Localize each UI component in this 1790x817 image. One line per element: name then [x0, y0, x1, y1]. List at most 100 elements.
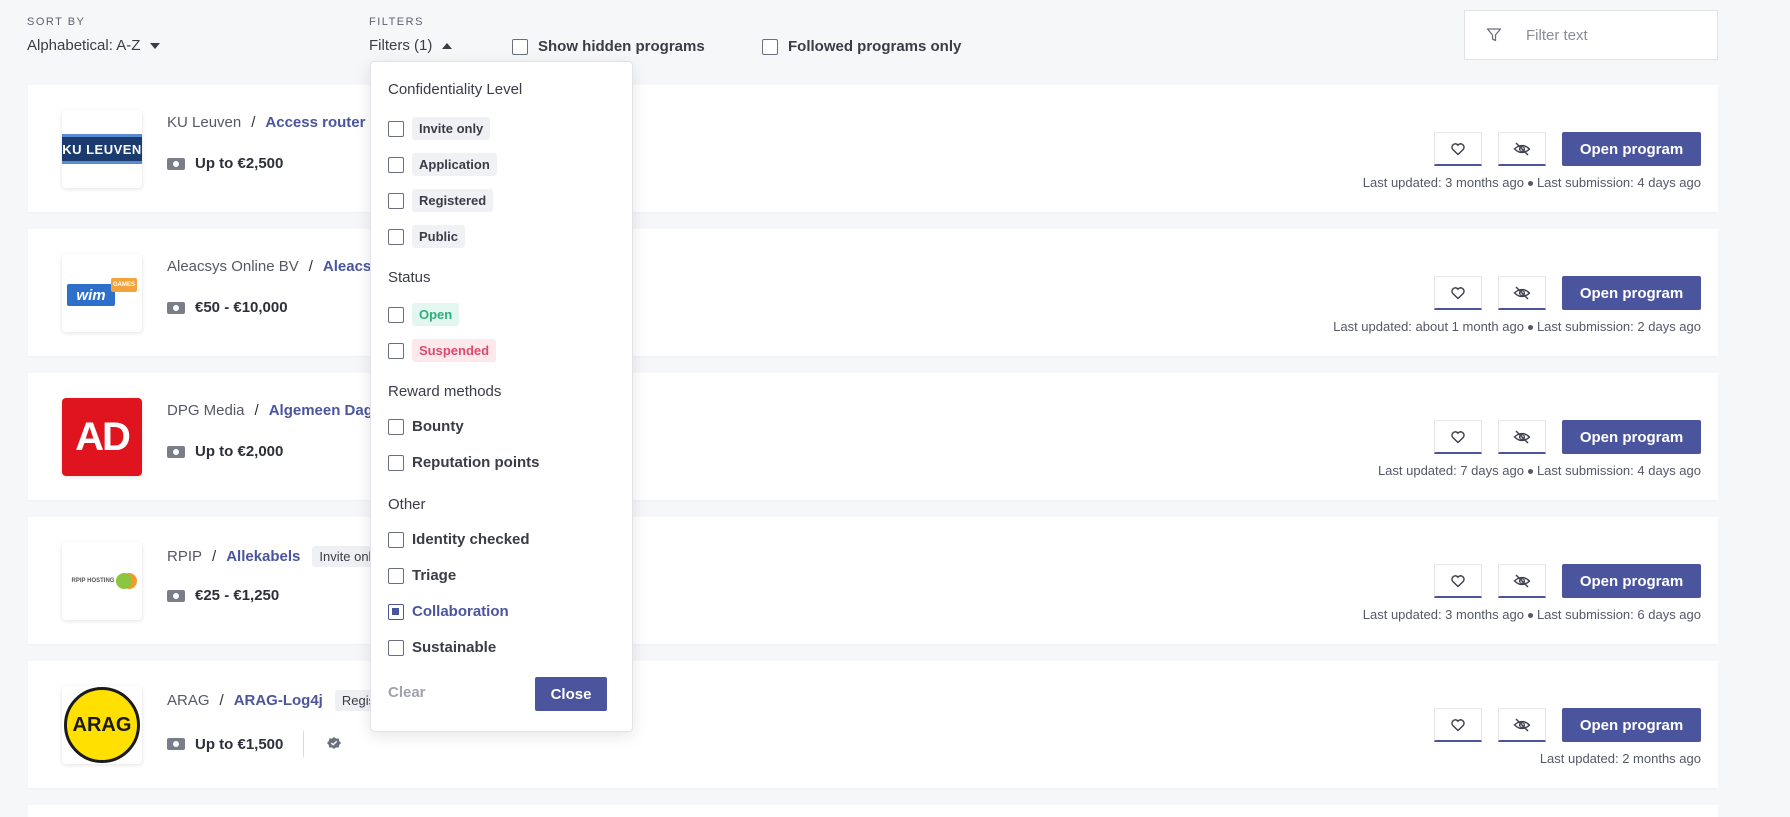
verified-badge-icon — [327, 737, 342, 749]
program-name-link[interactable]: Allekabels — [226, 548, 300, 565]
sort-label: SORT BY — [27, 16, 86, 28]
open-program-button[interactable]: Open program — [1562, 276, 1701, 310]
heart-icon — [1451, 718, 1465, 731]
program-title: ARAG / ARAG-Log4j Registe — [167, 690, 393, 711]
filter-option-bounty[interactable]: Bounty — [388, 418, 464, 435]
checkbox[interactable] — [388, 639, 404, 656]
checkbox[interactable] — [388, 156, 404, 173]
checkbox[interactable] — [388, 567, 404, 584]
heart-icon — [1451, 142, 1465, 155]
checkbox-checked[interactable] — [388, 603, 404, 620]
checkbox[interactable] — [388, 228, 404, 245]
hide-button[interactable] — [1498, 276, 1546, 310]
checkbox[interactable] — [388, 192, 404, 209]
sort-select[interactable]: Alphabetical: A-Z — [27, 37, 161, 54]
filter-text-field[interactable] — [1464, 10, 1718, 60]
follow-button[interactable] — [1434, 276, 1482, 310]
filters-label: FILTERS — [369, 16, 424, 28]
hide-button[interactable] — [1498, 420, 1546, 454]
show-hidden-label: Show hidden programs — [538, 38, 705, 55]
show-hidden-checkbox[interactable] — [512, 38, 528, 55]
filter-option-suspended[interactable]: Suspended — [388, 339, 497, 362]
hide-button[interactable] — [1498, 132, 1546, 166]
program-name-link[interactable]: Algemeen Dag — [269, 402, 373, 419]
clear-filters-button[interactable]: Clear — [388, 684, 426, 701]
filter-option-reputation-points[interactable]: Reputation points — [388, 454, 540, 471]
checkbox[interactable] — [388, 306, 404, 323]
toolbar: SORT BY Alphabetical: A-Z FILTERS Filter… — [0, 0, 1790, 72]
company-name: RPIP — [167, 548, 203, 565]
last-updated: Last updated: 3 months ago — [1362, 175, 1524, 190]
follow-button[interactable] — [1434, 564, 1482, 598]
filter-option-triage[interactable]: Triage — [388, 567, 456, 584]
card-actions: Open program — [1434, 132, 1701, 166]
option-label: Registered — [412, 189, 494, 212]
program-card: ARAG ARAG / ARAG-Log4j Registe Up to €1,… — [28, 661, 1718, 788]
filters-dropdown: Confidentiality Level Invite only Applic… — [370, 61, 633, 732]
filter-option-open[interactable]: Open — [388, 303, 460, 326]
filter-option-invite-only[interactable]: Invite only — [388, 117, 491, 140]
title-separator: / — [219, 692, 224, 709]
program-name-link[interactable]: ARAG-Log4j — [234, 692, 323, 709]
checkbox[interactable] — [388, 531, 404, 548]
show-hidden-toggle[interactable]: Show hidden programs — [512, 38, 705, 55]
option-label: Sustainable — [412, 639, 497, 656]
eye-slash-icon — [1513, 574, 1531, 587]
program-name-link[interactable]: Access router — [265, 114, 365, 131]
filter-option-sustainable[interactable]: Sustainable — [388, 639, 496, 656]
last-submission: Last submission: 6 days ago — [1536, 607, 1701, 622]
program-list: KU LEUVEN KU Leuven / Access router Up t… — [28, 85, 1718, 817]
logo-text: ARAG — [72, 713, 132, 736]
program-card: AD DPG Media / Algemeen Dag Up to €2,000… — [28, 373, 1718, 500]
funnel-icon — [1486, 28, 1502, 42]
divider — [303, 731, 305, 757]
reward-methods-heading: Reward methods — [388, 383, 502, 400]
reward-text: Up to €1,500 — [195, 735, 284, 753]
program-logo: AD — [62, 398, 142, 476]
filters-value: Filters (1) — [369, 37, 433, 54]
filters-toggle[interactable]: Filters (1) — [369, 37, 453, 54]
checkbox[interactable] — [388, 454, 404, 471]
status-heading: Status — [388, 269, 431, 286]
filter-option-public[interactable]: Public — [388, 225, 466, 248]
followed-only-checkbox[interactable] — [762, 38, 778, 55]
hide-button[interactable] — [1498, 564, 1546, 598]
checkbox[interactable] — [388, 418, 404, 435]
logo-text: AD — [75, 414, 131, 459]
program-title: Aleacsys Online BV / Aleacsy — [167, 258, 380, 275]
close-filters-button[interactable]: Close — [535, 677, 607, 711]
program-title: KU Leuven / Access router — [167, 114, 365, 131]
company-name: Aleacsys Online BV — [167, 258, 299, 275]
follow-button[interactable] — [1434, 708, 1482, 742]
program-title: DPG Media / Algemeen Dag — [167, 402, 373, 419]
open-program-button[interactable]: Open program — [1562, 132, 1701, 166]
open-program-button[interactable]: Open program — [1562, 708, 1701, 742]
logo-text: wim — [76, 286, 106, 304]
card-actions: Open program — [1434, 564, 1701, 598]
company-name: KU Leuven — [167, 114, 242, 131]
filter-option-registered[interactable]: Registered — [388, 189, 494, 212]
last-submission: Last submission: 4 days ago — [1536, 175, 1701, 190]
program-logo: RPIP HOSTING — [62, 542, 142, 620]
option-label: Reputation points — [412, 454, 540, 471]
hide-button[interactable] — [1498, 708, 1546, 742]
option-label: Public — [412, 225, 466, 248]
open-program-button[interactable]: Open program — [1562, 564, 1701, 598]
open-program-button[interactable]: Open program — [1562, 420, 1701, 454]
option-label: Bounty — [412, 418, 464, 435]
eye-slash-icon — [1513, 718, 1531, 731]
program-card: wim GAMES Aleacsys Online BV / Aleacsy €… — [28, 229, 1718, 356]
follow-button[interactable] — [1434, 132, 1482, 166]
filter-option-application[interactable]: Application — [388, 153, 497, 176]
program-card: RPIP HOSTING RPIP / Allekabels Invite on… — [28, 517, 1718, 644]
follow-button[interactable] — [1434, 420, 1482, 454]
filter-option-collaboration[interactable]: Collaboration — [388, 603, 509, 620]
reward-range: Up to €2,500 — [167, 155, 283, 172]
followed-only-toggle[interactable]: Followed programs only — [762, 38, 961, 55]
checkbox[interactable] — [388, 342, 404, 359]
filter-text-input[interactable] — [1526, 26, 1696, 44]
option-label: Collaboration — [412, 603, 509, 620]
heart-icon — [1451, 430, 1465, 443]
checkbox[interactable] — [388, 120, 404, 137]
filter-option-identity-checked[interactable]: Identity checked — [388, 531, 530, 548]
